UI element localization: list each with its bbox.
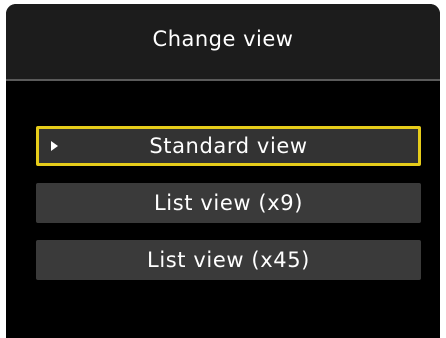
screen-title: Change view xyxy=(152,26,294,51)
menu-item-list-view-x45[interactable]: List view (x45) xyxy=(36,240,421,280)
menu-item-label: Standard view xyxy=(149,134,308,158)
menu-item-label: List view (x45) xyxy=(147,248,310,272)
selection-cursor-icon xyxy=(51,141,58,151)
screen-header: Change view xyxy=(6,4,440,81)
menu-item-label: List view (x9) xyxy=(154,191,303,215)
lcd-screen: Change view Standard view List view (x9)… xyxy=(6,4,440,338)
menu-item-standard-view[interactable]: Standard view xyxy=(36,126,421,166)
menu-item-list-view-x9[interactable]: List view (x9) xyxy=(36,183,421,223)
